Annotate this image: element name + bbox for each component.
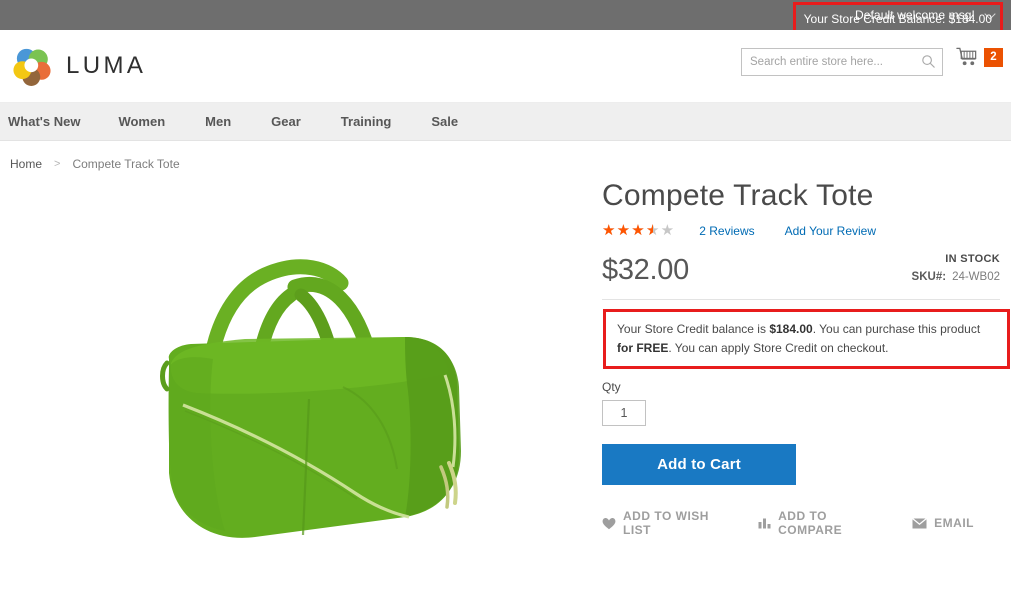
bar-chart-icon (758, 517, 771, 529)
nav-item-training[interactable]: Training (341, 114, 412, 129)
price-row: $32.00 IN STOCK SKU#: 24-WB02 (602, 249, 1000, 300)
status-badge: IN STOCK (945, 253, 1000, 265)
add-to-compare-link[interactable]: ADD TO COMPARE (758, 509, 886, 537)
product-actions: ADD TO WISH LIST ADD TO COMPARE EMAIL (602, 509, 1000, 537)
logo[interactable]: LUMA (10, 44, 146, 88)
nav-item-women[interactable]: Women (118, 114, 185, 129)
product-image-green-tote-bag[interactable] (105, 187, 505, 557)
sku-label: SKU#: (911, 271, 947, 283)
nav-item-whats-new[interactable]: What's New (8, 114, 100, 129)
store-credit-notice: Your Store Credit balance is $184.00. Yo… (603, 309, 1010, 370)
cart-block[interactable]: 2 (956, 46, 1003, 68)
store-credit-notice-part1: Your Store Credit balance is (617, 322, 770, 336)
add-to-cart-button[interactable]: Add to Cart (602, 444, 796, 486)
rating-stars-filled: ★★★★★ (602, 223, 653, 238)
shopping-cart-icon[interactable] (956, 46, 979, 68)
add-your-review-link[interactable]: Add Your Review (785, 224, 876, 238)
qty-label: Qty (602, 380, 621, 395)
breadcrumb-current: Compete Track Tote (72, 157, 180, 171)
logo-text: LUMA (66, 52, 147, 79)
sku-value: 24-WB02 (952, 271, 1000, 283)
main-navigation: What's New Women Men Gear Training Sale (0, 103, 1011, 141)
store-credit-notice-part2: . You can purchase this product (812, 322, 981, 336)
store-credit-notice-part3: . You can apply Store Credit on checkout… (668, 340, 889, 355)
heart-icon (602, 517, 616, 530)
nav-item-sale[interactable]: Sale (431, 114, 478, 129)
quantity-stepper[interactable] (602, 400, 646, 427)
breadcrumb-separator-icon: > (54, 158, 61, 170)
breadcrumb-home[interactable]: Home (10, 157, 42, 171)
product-gallery (0, 179, 590, 579)
reviews-link[interactable]: 2 Reviews (699, 224, 754, 238)
luma-flower-logo-icon (13, 48, 51, 86)
nav-item-men[interactable]: Men (205, 114, 251, 129)
breadcrumb: Home > Compete Track Tote (0, 141, 1011, 171)
rating-stars[interactable]: ★★★★★ ★★★★★ (602, 223, 675, 238)
store-credit-balance-link[interactable]: Your Store Credit Balance: $184.00 (804, 12, 992, 26)
envelope-icon (912, 517, 928, 529)
search-block (741, 48, 943, 76)
stock-and-sku: IN STOCK SKU#: 24-WB02 (912, 249, 1000, 287)
page-title: Compete Track Tote (602, 179, 874, 212)
top-panel: Default welcome msg! Your Store Credit B… (0, 0, 1011, 36)
nav-item-gear[interactable]: Gear (271, 114, 321, 129)
store-credit-notice-amount: $184.00 (769, 322, 813, 336)
site-header: LUMA 2 (0, 30, 1011, 103)
product-main: Compete Track Tote ★★★★★ ★★★★★ 2 Reviews… (0, 171, 1011, 579)
search-input[interactable] (741, 48, 943, 76)
sku-line: SKU#: 24-WB02 (912, 271, 1000, 283)
product-info: Compete Track Tote ★★★★★ ★★★★★ 2 Reviews… (590, 179, 1010, 579)
store-credit-notice-free: for FREE (617, 340, 669, 355)
add-to-wish-list-label: ADD TO WISH LIST (623, 509, 709, 538)
email-link[interactable]: EMAIL (912, 516, 974, 530)
cart-counter: 2 (984, 47, 1003, 67)
add-to-compare-label: ADD TO COMPARE (778, 509, 843, 538)
rating-row: ★★★★★ ★★★★★ 2 Reviews Add Your Review (602, 223, 1000, 238)
product-price: $32.00 (602, 254, 689, 286)
add-to-wish-list-link[interactable]: ADD TO WISH LIST (602, 509, 732, 537)
email-label: EMAIL (934, 516, 974, 531)
